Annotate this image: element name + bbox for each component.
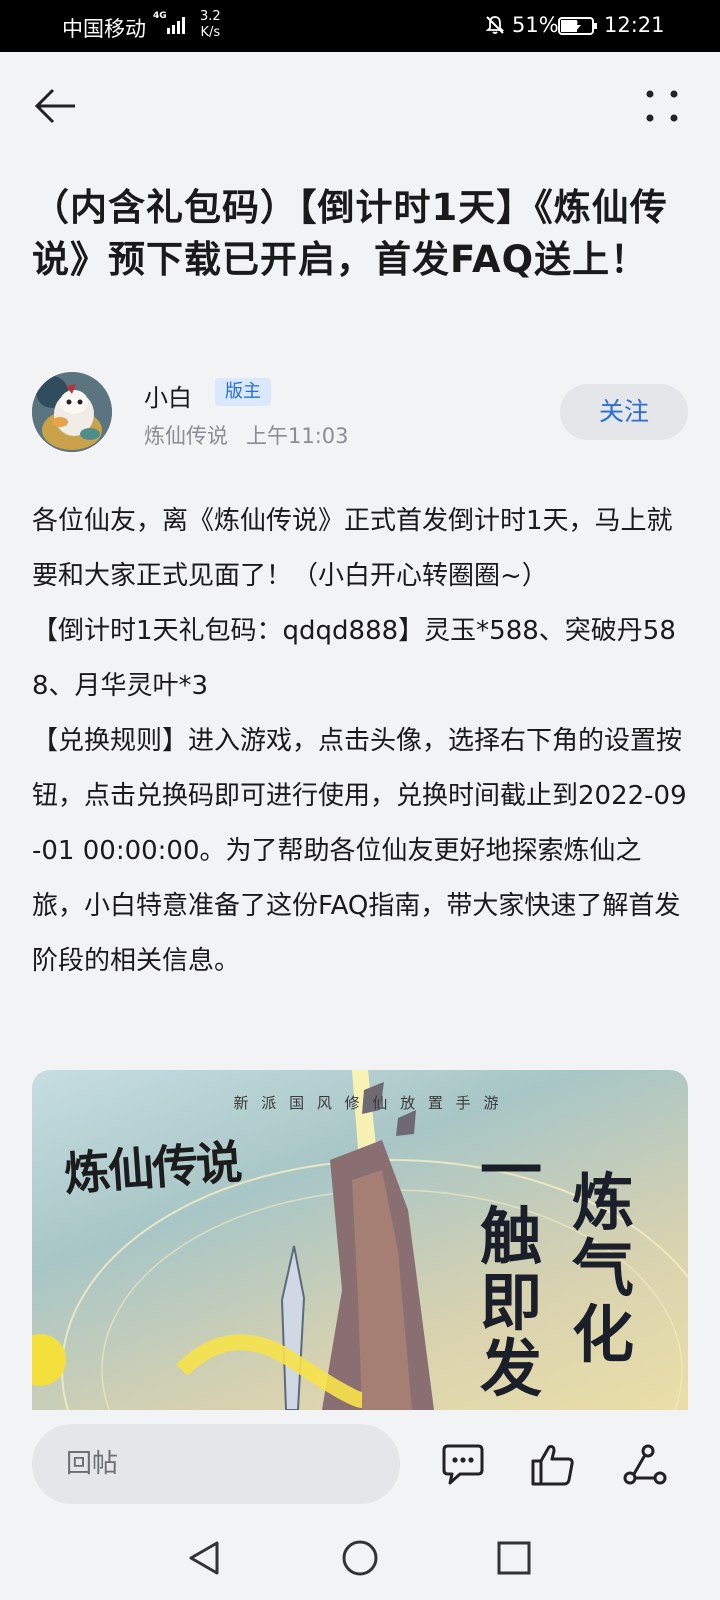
banner-slogan-col-1: 一触即发 <box>480 1134 543 1405</box>
clock: 12:21 <box>604 13 665 37</box>
share-icon <box>623 1444 667 1485</box>
reply-input[interactable]: 回帖 <box>32 1424 400 1504</box>
network-type: 4G <box>153 11 167 21</box>
more-vertical-icon <box>646 90 678 122</box>
post-paragraph-2: 【倒计时1天礼包码：qdqd888】灵玉*588、突破丹588、月华灵叶*3 <box>32 616 676 701</box>
banner-slogan-col-2: 炼气化 <box>572 1166 635 1371</box>
banner-logo-text: 炼仙传说 <box>62 1134 242 1202</box>
home-circle-icon <box>342 1540 378 1576</box>
battery-icon <box>558 17 597 35</box>
net-speed-unit: K/s <box>200 25 221 40</box>
back-button[interactable] <box>30 84 80 128</box>
carrier-label: 中国移动 <box>62 17 146 41</box>
forum-name[interactable]: 炼仙传说 <box>144 424 228 448</box>
system-back-button[interactable] <box>182 1536 226 1580</box>
post-time: 上午11:03 <box>246 424 349 448</box>
author-avatar-image <box>32 372 112 452</box>
avatar[interactable] <box>32 372 112 452</box>
share-button[interactable] <box>620 1440 670 1490</box>
system-home-button[interactable] <box>338 1536 382 1580</box>
post-body: 各位仙友，离《炼仙传说》正式首发倒计时1天，马上就要和大家正式见面了！（小白开心… <box>32 494 692 989</box>
post-paragraph-1: 各位仙友，离《炼仙传说》正式首发倒计时1天，马上就要和大家正式见面了！（小白开心… <box>32 506 673 591</box>
comment-icon <box>442 1444 484 1485</box>
net-speed-value: 3.2 <box>200 9 221 24</box>
comment-button[interactable] <box>438 1440 488 1490</box>
like-icon <box>531 1445 574 1486</box>
recents-square-icon <box>497 1541 531 1575</box>
post-paragraph-3: 【兑换规则】进入游戏，点击头像，选择右下角的设置按钮，点击兑换码即可进行使用，兑… <box>32 726 687 976</box>
net-speed: 3.2 K/s <box>200 9 221 41</box>
like-button[interactable] <box>528 1440 578 1490</box>
mute-bell-icon <box>485 16 505 34</box>
author-meta: 炼仙传说 上午11:03 <box>144 420 349 450</box>
post-title: （内含礼包码）【倒计时1天】《炼仙传说》预下载已开启，首发FAQ送上！ <box>32 186 668 281</box>
battery-percent: 51% <box>512 13 559 37</box>
more-button[interactable] <box>640 84 684 128</box>
system-recents-button[interactable] <box>492 1536 536 1580</box>
status-bar: 中国移动 4G 3.2 K/s 51% 12:21 <box>0 0 720 52</box>
post-banner-image[interactable]: 新 派 国 风 修 仙 放 置 手 游 炼仙传说 一触即发 炼气化 <box>32 1070 688 1410</box>
follow-button[interactable]: 关注 <box>560 384 688 440</box>
moderator-badge: 版主 <box>215 378 271 406</box>
back-triangle-icon <box>189 1541 219 1575</box>
author-name[interactable]: 小白 <box>144 378 192 413</box>
arrow-left-icon <box>34 88 75 124</box>
banner-tagline: 新 派 国 风 修 仙 放 置 手 游 <box>233 1094 503 1112</box>
signal-icon <box>167 17 185 34</box>
